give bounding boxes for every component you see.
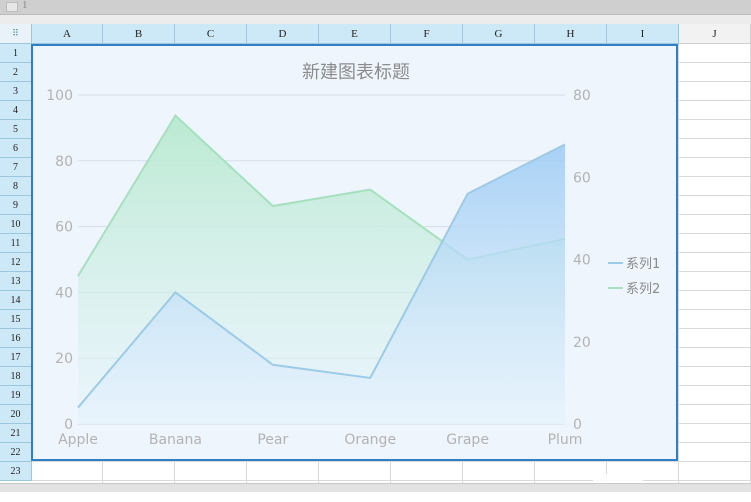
right-tick-label: 20 [573,335,591,351]
x-tick-label-plum: Plum [548,432,583,448]
column-header-f[interactable]: F [391,24,463,44]
left-tick-label: 60 [55,220,73,236]
row-header-13[interactable]: 13 [0,272,32,291]
select-all-corner[interactable]: ⠿ [0,24,32,44]
chart-title: 新建图表标题 [302,62,410,83]
row-header-1[interactable]: 1 [0,44,32,63]
row-header-19[interactable]: 19 [0,386,32,405]
row-header-5[interactable]: 5 [0,120,32,139]
chart-object[interactable]: 新建图表标题 0 20 40 60 80 100 0 20 40 60 80 Apple Banan… [31,44,678,502]
formula-strip [0,15,751,24]
row-header-18[interactable]: 18 [0,367,32,386]
right-tick-label: 0 [573,417,582,433]
left-tick-label: 20 [55,351,73,367]
left-tick-label: 40 [55,285,73,301]
left-tick-label: 100 [46,88,73,104]
row-header-20[interactable]: 20 [0,405,32,424]
x-tick-label-pear: Pear [257,432,288,448]
row-header-23[interactable]: 23 [0,462,32,481]
chart-areas [77,113,566,424]
chart-svg: 新建图表标题 0 20 40 60 80 100 0 20 40 60 80 Apple Banan… [46,62,660,448]
chart-legend[interactable]: 系列1 系列2 [608,257,660,297]
left-tick-label: 80 [55,154,73,170]
right-tick-label: 40 [573,253,591,269]
right-axis-ticks: 0 20 40 60 80 [573,88,591,433]
column-header-d[interactable]: D [247,24,319,44]
column-header-g[interactable]: G [463,24,535,44]
row-header-4[interactable]: 4 [0,101,32,120]
x-axis-ticks: Apple Banana Pear Orange Grape Plum [58,432,582,448]
row-header-2[interactable]: 2 [0,63,32,82]
column-header-a[interactable]: A [32,24,103,44]
left-axis-ticks: 0 20 40 60 80 100 [46,88,73,433]
row-gridline [32,461,751,462]
column-header-b[interactable]: B [103,24,175,44]
legend-label-series1: 系列1 [626,257,660,272]
toolbar-icon[interactable] [6,2,18,12]
x-tick-label-orange: Orange [344,432,396,448]
row-header-21[interactable]: 21 [0,424,32,443]
row-header-3[interactable]: 3 [0,82,32,101]
column-header-h[interactable]: H [535,24,607,44]
row-header-17[interactable]: 17 [0,348,32,367]
x-tick-label-apple: Apple [58,432,98,448]
row-header-15[interactable]: 15 [0,310,32,329]
row-header-22[interactable]: 22 [0,443,32,462]
top-toolbar-strip: 1 [0,0,751,15]
column-header-i[interactable]: I [607,24,679,44]
column-header-j[interactable]: J [679,24,751,44]
row-header-8[interactable]: 8 [0,177,32,196]
row-gridline [32,480,751,481]
row-header-12[interactable]: 12 [0,253,32,272]
right-tick-label: 60 [573,170,591,186]
row-header-6[interactable]: 6 [0,139,32,158]
x-tick-label-banana: Banana [149,432,202,448]
right-tick-label: 80 [573,88,591,104]
row-header-9[interactable]: 9 [0,196,32,215]
row-header-14[interactable]: 14 [0,291,32,310]
row-header-10[interactable]: 10 [0,215,32,234]
column-header-e[interactable]: E [319,24,391,44]
grid-dots-icon: ⠿ [12,29,19,39]
legend-label-series2: 系列2 [626,282,660,297]
top-row-marker: 1 [22,0,28,11]
row-header-11[interactable]: 11 [0,234,32,253]
column-gridline [678,44,679,484]
x-tick-label-grape: Grape [446,432,489,448]
column-header-c[interactable]: C [175,24,247,44]
row-header-7[interactable]: 7 [0,158,32,177]
left-tick-label: 0 [64,417,73,433]
row-header-16[interactable]: 16 [0,329,32,348]
